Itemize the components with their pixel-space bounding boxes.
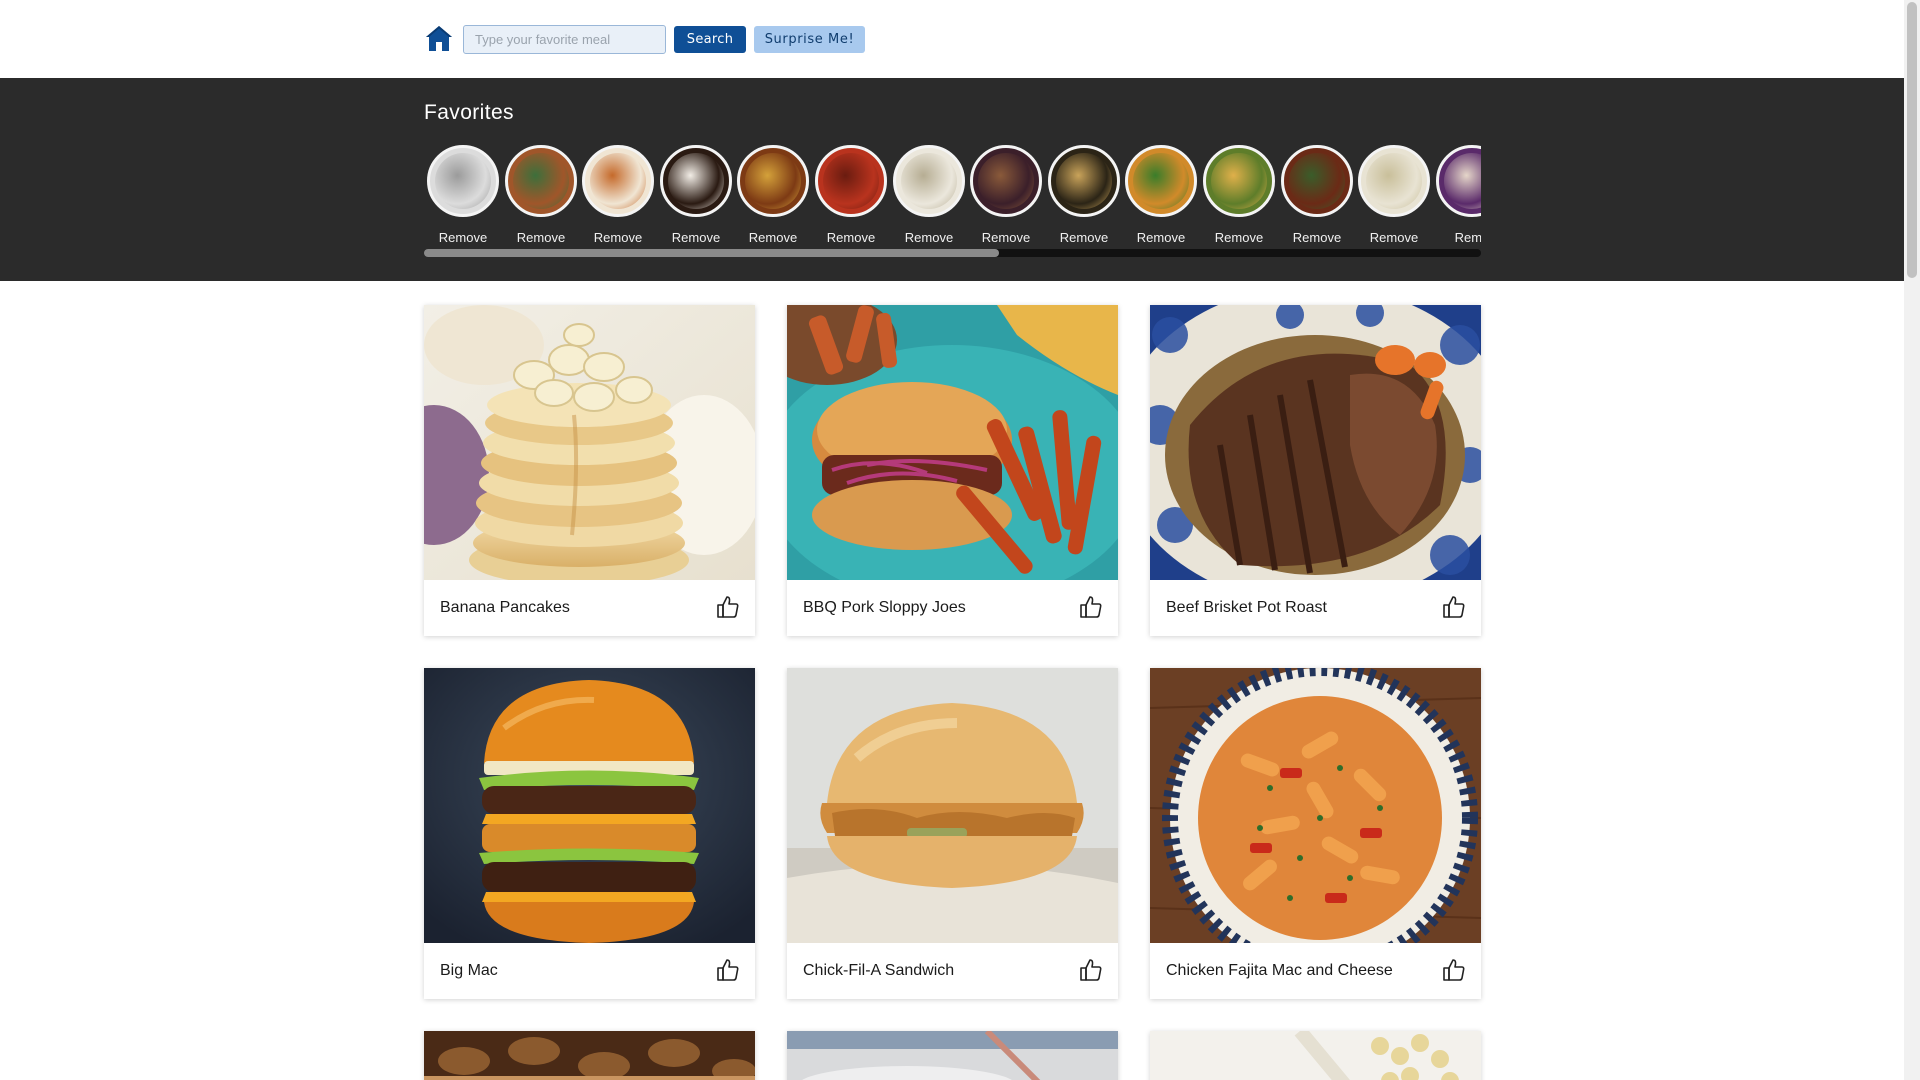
- meal-card-footer: BBQ Pork Sloppy Joes: [787, 580, 1118, 636]
- meal-title: Banana Pancakes: [440, 599, 570, 616]
- surprise-me-button[interactable]: Surprise Me!: [754, 26, 865, 53]
- remove-favorite-button[interactable]: Remove: [579, 230, 657, 245]
- thumbs-up-icon[interactable]: [1441, 957, 1467, 983]
- remove-favorite-button[interactable]: Remove: [424, 230, 502, 245]
- favorites-scrollbar-thumb[interactable]: [424, 249, 999, 257]
- food-photo-icon[interactable]: [893, 145, 965, 217]
- meal-image: [787, 305, 1118, 580]
- meal-title: Chick-Fil-A Sandwich: [803, 962, 955, 979]
- meal-card[interactable]: Beef Brisket Pot Roast: [1150, 305, 1481, 636]
- remove-favorite-button[interactable]: Remo: [1433, 230, 1481, 245]
- favorite-item[interactable]: Remove: [502, 143, 580, 253]
- meal-card[interactable]: Chicken Fajita Mac and Cheese: [1150, 668, 1481, 999]
- top-header: Search Surprise Me!: [0, 0, 1904, 78]
- meal-image: [787, 668, 1118, 943]
- remove-favorite-button[interactable]: Remove: [1200, 230, 1278, 245]
- remove-favorite-button[interactable]: Remove: [1122, 230, 1200, 245]
- food-photo-icon[interactable]: [815, 145, 887, 217]
- remove-favorite-button[interactable]: Remove: [1278, 230, 1356, 245]
- food-photo-icon[interactable]: [1436, 145, 1481, 217]
- favorite-item[interactable]: Remove: [1278, 143, 1356, 253]
- food-photo-icon[interactable]: [1281, 145, 1353, 217]
- page-scrollbar-thumb[interactable]: [1907, 2, 1917, 278]
- home-icon[interactable]: [424, 23, 454, 53]
- meal-title: BBQ Pork Sloppy Joes: [803, 599, 966, 616]
- favorite-item[interactable]: Remove: [579, 143, 657, 253]
- remove-favorite-button[interactable]: Remove: [734, 230, 812, 245]
- thumbs-up-icon[interactable]: [715, 957, 741, 983]
- food-photo-icon[interactable]: [1358, 145, 1430, 217]
- remove-favorite-button[interactable]: Remove: [890, 230, 968, 245]
- favorite-item[interactable]: Remove: [890, 143, 968, 253]
- meal-image: [787, 1031, 1118, 1080]
- search-button[interactable]: Search: [674, 26, 746, 53]
- meal-card-footer: Chicken Fajita Mac and Cheese: [1150, 943, 1481, 999]
- food-photo-icon[interactable]: [427, 145, 499, 217]
- meal-image: [424, 1031, 755, 1080]
- remove-favorite-button[interactable]: Remove: [502, 230, 580, 245]
- page-scrollbar[interactable]: [1904, 0, 1920, 1080]
- remove-favorite-button[interactable]: Remove: [1045, 230, 1123, 245]
- meal-card[interactable]: BBQ Pork Sloppy Joes: [787, 305, 1118, 636]
- thumbs-up-icon[interactable]: [715, 594, 741, 620]
- favorites-section: Favorites Remove Remove Remove Remove Remove…: [0, 78, 1904, 281]
- favorite-item[interactable]: Remove: [424, 143, 502, 253]
- meal-title: Chicken Fajita Mac and Cheese: [1166, 962, 1393, 979]
- remove-favorite-button[interactable]: Remove: [657, 230, 735, 245]
- food-photo-icon[interactable]: [505, 145, 577, 217]
- meal-image: [1150, 1031, 1481, 1080]
- meal-card[interactable]: [787, 1031, 1118, 1080]
- meal-card-footer: Banana Pancakes: [424, 580, 755, 636]
- food-photo-icon[interactable]: [660, 145, 732, 217]
- meal-image: [424, 305, 755, 580]
- meal-card[interactable]: [1150, 1031, 1481, 1080]
- favorite-item[interactable]: Remove: [657, 143, 735, 253]
- remove-favorite-button[interactable]: Remove: [812, 230, 890, 245]
- meal-title: Big Mac: [440, 962, 498, 979]
- meal-card[interactable]: Big Mac: [424, 668, 755, 999]
- meal-card[interactable]: Banana Pancakes: [424, 305, 755, 636]
- thumbs-up-icon[interactable]: [1078, 957, 1104, 983]
- favorite-item[interactable]: Remove: [1122, 143, 1200, 253]
- food-photo-icon[interactable]: [970, 145, 1042, 217]
- meal-image: [424, 668, 755, 943]
- meal-card[interactable]: [424, 1031, 755, 1080]
- favorites-list[interactable]: Remove Remove Remove Remove Remove Remove Remo…: [424, 143, 1481, 253]
- favorite-item[interactable]: Remo: [1433, 143, 1481, 253]
- favorite-item[interactable]: Remove: [812, 143, 890, 253]
- remove-favorite-button[interactable]: Remove: [967, 230, 1045, 245]
- meal-card-footer: Beef Brisket Pot Roast: [1150, 580, 1481, 636]
- food-photo-icon[interactable]: [1048, 145, 1120, 217]
- food-photo-icon[interactable]: [1203, 145, 1275, 217]
- food-photo-icon[interactable]: [582, 145, 654, 217]
- meal-card-footer: Chick-Fil-A Sandwich: [787, 943, 1118, 999]
- remove-favorite-button[interactable]: Remove: [1355, 230, 1433, 245]
- meal-image: [1150, 668, 1481, 943]
- food-photo-icon[interactable]: [1125, 145, 1197, 217]
- favorites-title: Favorites: [424, 101, 514, 124]
- favorite-item[interactable]: Remove: [967, 143, 1045, 253]
- thumbs-up-icon[interactable]: [1078, 594, 1104, 620]
- food-photo-icon[interactable]: [737, 145, 809, 217]
- favorite-item[interactable]: Remove: [734, 143, 812, 253]
- meal-card[interactable]: Chick-Fil-A Sandwich: [787, 668, 1118, 999]
- favorites-scrollbar[interactable]: [424, 249, 1481, 257]
- thumbs-up-icon[interactable]: [1441, 594, 1467, 620]
- search-input[interactable]: [463, 25, 666, 54]
- meal-card-footer: Big Mac: [424, 943, 755, 999]
- favorite-item[interactable]: Remove: [1045, 143, 1123, 253]
- favorite-item[interactable]: Remove: [1200, 143, 1278, 253]
- favorite-item[interactable]: Remove: [1355, 143, 1433, 253]
- meal-title: Beef Brisket Pot Roast: [1166, 599, 1327, 616]
- meal-image: [1150, 305, 1481, 580]
